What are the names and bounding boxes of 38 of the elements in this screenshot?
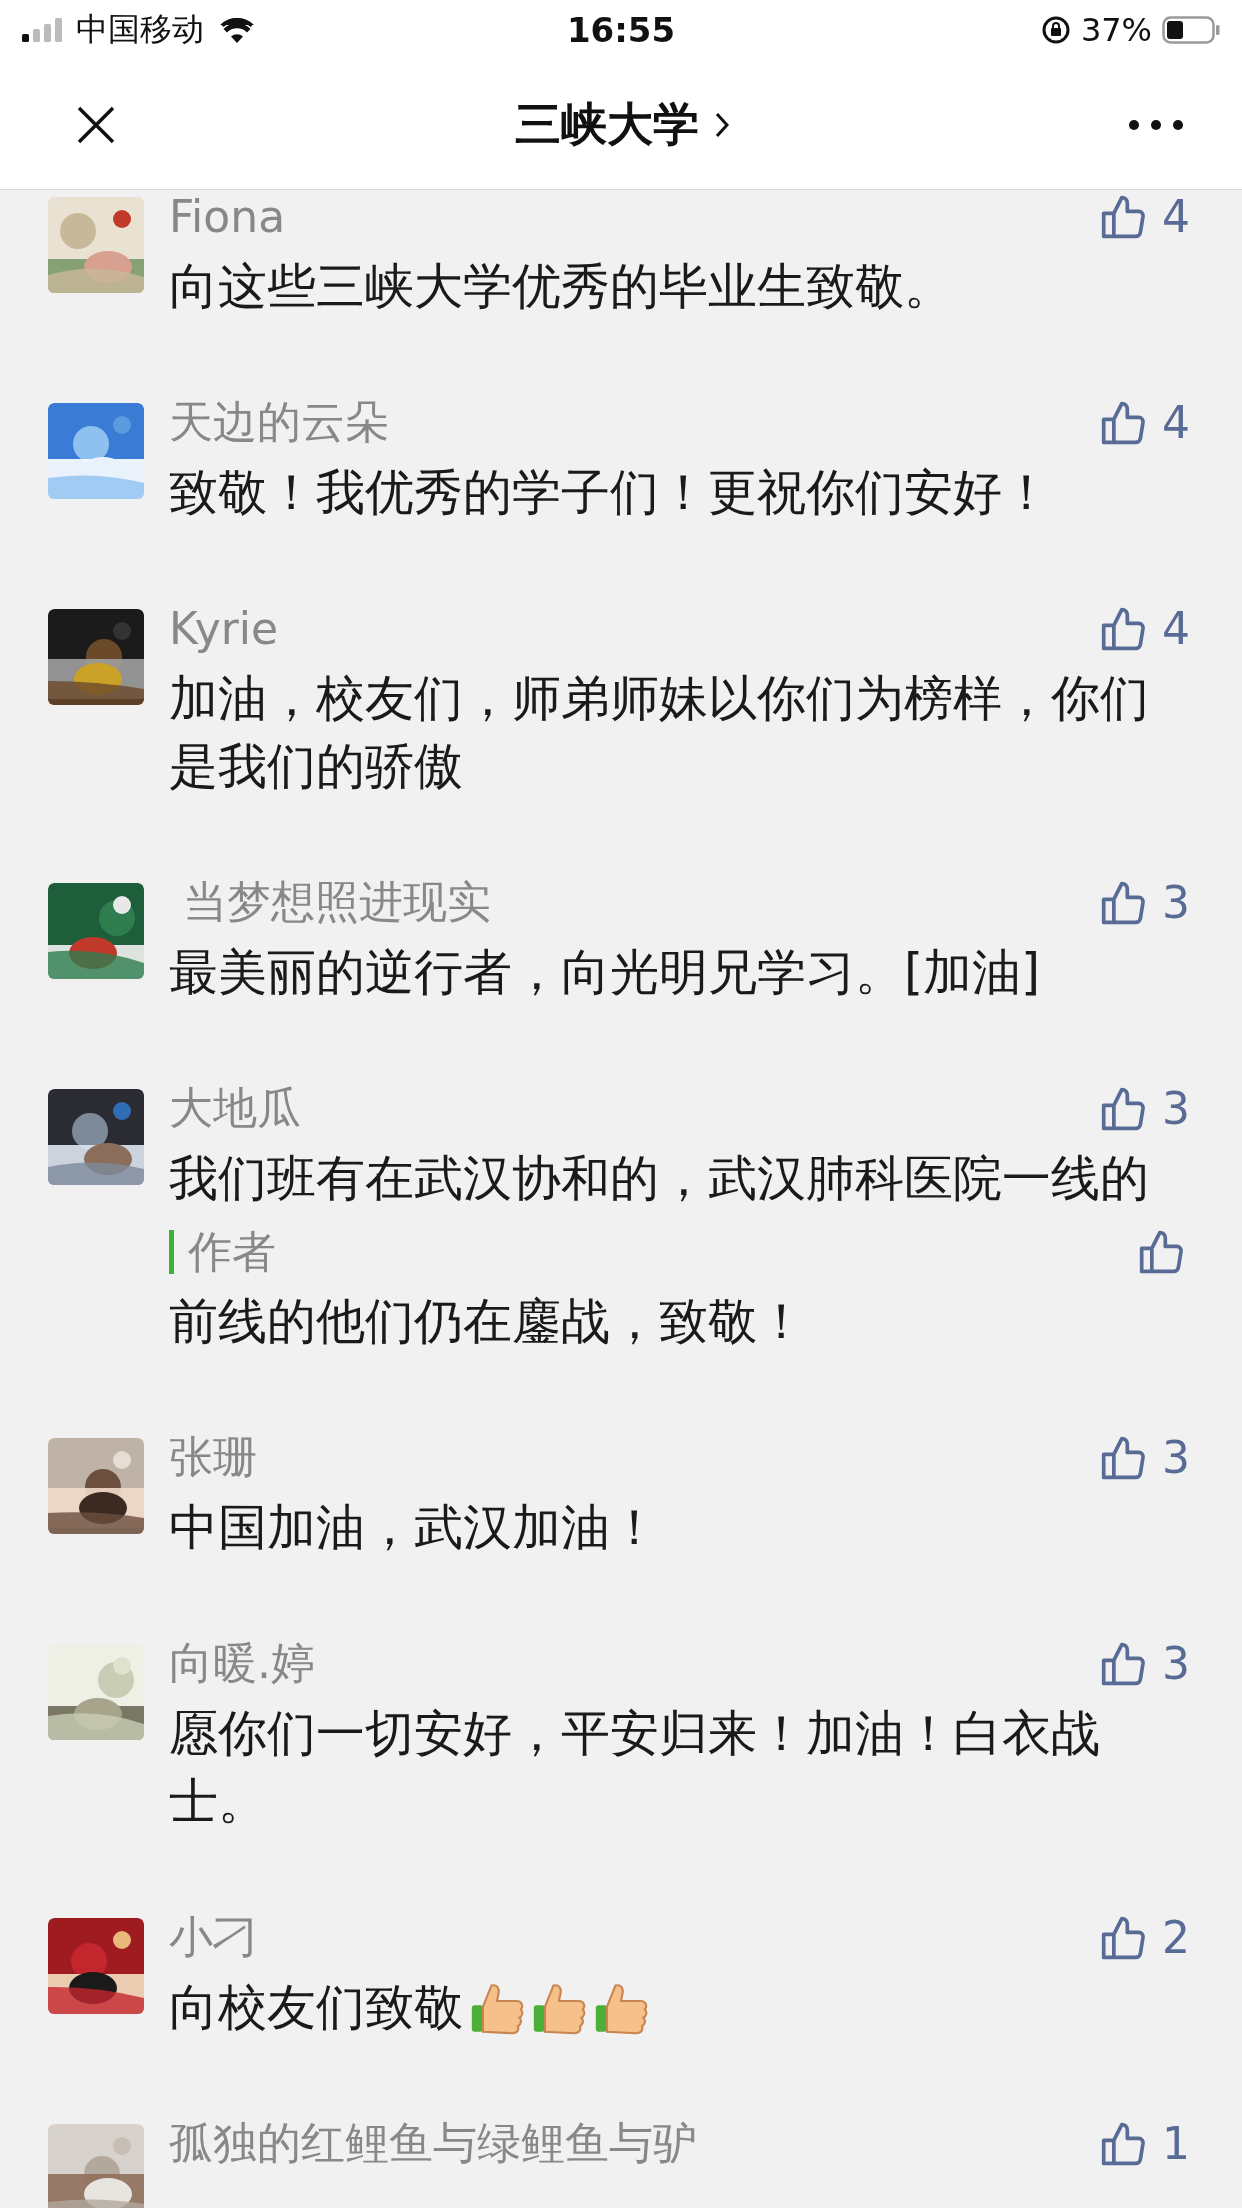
comment-text: 愿你们一切安好，平安归来！加油！白衣战士。 xyxy=(169,1704,1101,1832)
like-button[interactable]: 4 xyxy=(1100,191,1190,242)
commenter-name[interactable]: 大地瓜 xyxy=(169,1079,301,1138)
like-button[interactable]: 3 xyxy=(1100,1432,1190,1483)
comment-text: 中国加油，武汉加油！ xyxy=(169,1498,659,1558)
battery-percent: 37% xyxy=(1080,11,1152,49)
like-button[interactable]: 1 xyxy=(1100,2118,1190,2169)
comment-text: 加油，校友们，师弟师妹以你们为榜样，你们是我们的骄傲 xyxy=(169,669,1150,797)
commenter-name[interactable]: 天边的云朵 xyxy=(169,393,389,452)
reply-text: 前线的他们仍在鏖战，致敬！ xyxy=(169,1292,807,1352)
commenter-name[interactable]: 张珊 xyxy=(169,1428,257,1487)
carrier-name: 中国移动 xyxy=(76,9,204,50)
like-button[interactable]: 4 xyxy=(1100,603,1190,654)
wifi-icon xyxy=(220,17,254,43)
like-button[interactable]: 4 xyxy=(1100,397,1190,448)
commenter-name[interactable]: Fiona xyxy=(169,191,286,242)
battery-icon xyxy=(1162,16,1220,44)
commenter-name[interactable]: 孤独的红鲤鱼与绿鲤鱼与驴 xyxy=(169,2114,697,2173)
more-icon[interactable] xyxy=(1128,118,1184,131)
chevron-right-icon[interactable] xyxy=(715,111,729,138)
commenter-name[interactable]: 向暖.婷 xyxy=(169,1634,315,1693)
rotation-lock-icon xyxy=(1040,15,1071,45)
like-button[interactable]: 3 xyxy=(1100,877,1190,928)
comment-text: 致敬！我优秀的学子们！更祝你们安好！ xyxy=(169,463,1051,523)
comment-text: 最美丽的逆行者，向光明兄学习。[加油] xyxy=(169,943,1041,1003)
clock-time: 16:55 xyxy=(566,10,676,50)
commenter-name[interactable]: Kyrie xyxy=(169,603,279,654)
like-button[interactable]: 2 xyxy=(1100,1912,1190,1963)
commenter-name[interactable]: 当梦想照进现实 xyxy=(169,873,491,932)
page-title[interactable]: 三峡大学 xyxy=(515,93,699,156)
comment-text: 我们班有在武汉协和的，武汉肺科医院一线的 xyxy=(169,1149,1149,1209)
close-icon[interactable] xyxy=(76,104,116,145)
comment-text: 向校友们致敬 xyxy=(169,1978,463,2038)
commenter-name[interactable]: 小刁 xyxy=(169,1908,257,1967)
like-button[interactable]: 3 xyxy=(1100,1083,1190,1134)
like-button[interactable]: 3 xyxy=(1100,1638,1190,1689)
comment-text: 向这些三峡大学优秀的毕业生致敬。 xyxy=(169,257,953,317)
author-label: 作者 xyxy=(169,1229,276,1274)
